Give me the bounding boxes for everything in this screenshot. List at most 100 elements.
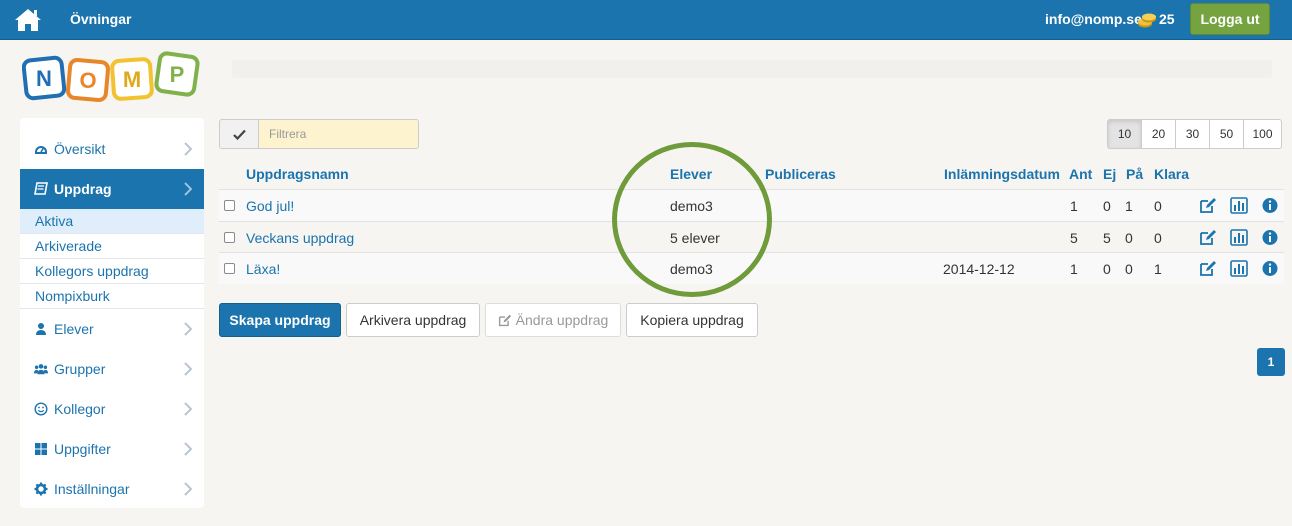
info-icon[interactable] — [1261, 229, 1279, 246]
chevron-right-icon — [184, 362, 192, 376]
assignment-name-link[interactable]: Veckans uppdrag — [246, 230, 354, 246]
assignment-ant: 1 — [1070, 198, 1078, 214]
nomp-logo: N O M P — [22, 51, 200, 103]
col-header-pa[interactable]: På — [1126, 166, 1143, 182]
sidebar-item-uppgifter[interactable]: Uppgifter — [20, 429, 204, 469]
user-icon — [36, 323, 46, 335]
assignment-ej: 5 — [1103, 230, 1111, 246]
page-size-group: 10 20 30 50 100 — [1107, 119, 1282, 149]
chevron-right-icon — [184, 442, 192, 456]
sidebar-label: Inställningar — [54, 481, 130, 497]
highlight-circle-annotation — [612, 142, 772, 297]
col-header-due[interactable]: Inlämningsdatum — [944, 166, 1060, 182]
logo-letter-o: O — [79, 68, 96, 93]
sidebar-item-kollegor[interactable]: Kollegor — [20, 389, 204, 429]
assignment-ej: 0 — [1103, 261, 1111, 277]
col-header-klara[interactable]: Klara — [1154, 166, 1189, 182]
edit-assignment-button[interactable]: Ändra uppdrag — [485, 303, 621, 337]
check-icon — [232, 129, 246, 140]
pagination-page-1[interactable]: 1 — [1257, 348, 1285, 376]
nav-ovningar[interactable]: Övningar — [70, 11, 131, 27]
sidebar-item-installningar[interactable]: Inställningar — [20, 469, 204, 509]
sidebar-item-grupper[interactable]: Grupper — [20, 349, 204, 389]
logout-button[interactable]: Logga ut — [1190, 3, 1270, 35]
row-checkbox[interactable] — [224, 263, 235, 274]
grid-icon — [35, 443, 47, 455]
assignment-pa: 0 — [1125, 230, 1133, 246]
edit-assignment-label: Ändra uppdrag — [515, 312, 609, 328]
edit-icon — [498, 314, 511, 326]
page-size-20[interactable]: 20 — [1141, 119, 1176, 149]
assignment-pa: 0 — [1125, 261, 1133, 277]
sidebar-subitem-aktiva[interactable]: Aktiva — [20, 209, 204, 234]
col-header-published[interactable]: Publiceras — [765, 166, 836, 182]
row-checkbox[interactable] — [224, 200, 235, 211]
sidebar-item-elever[interactable]: Elever — [20, 309, 204, 349]
book-icon — [34, 182, 48, 195]
logo-block-o: O — [65, 57, 111, 103]
sidebar-label: Uppgifter — [54, 441, 111, 457]
edit-icon[interactable] — [1199, 260, 1217, 277]
logo-block-n: N — [22, 55, 67, 101]
sidebar: Översikt Uppdrag Aktiva Arkiverade Kolle… — [20, 118, 204, 508]
logo-block-m: M — [110, 57, 154, 101]
page-size-50[interactable]: 50 — [1209, 119, 1244, 149]
gear-icon — [34, 482, 48, 496]
assignment-due-date: 2014-12-12 — [943, 261, 1015, 277]
select-all-button[interactable] — [219, 119, 259, 149]
chevron-right-icon — [184, 402, 192, 416]
page-size-100[interactable]: 100 — [1243, 119, 1282, 149]
assignment-name-link[interactable]: Läxa! — [246, 261, 280, 277]
header-strip — [232, 60, 1272, 78]
chevron-right-icon — [184, 182, 192, 196]
users-icon — [34, 364, 48, 375]
sidebar-item-oversikt[interactable]: Översikt — [20, 129, 204, 169]
page-size-10[interactable]: 10 — [1107, 119, 1142, 149]
sidebar-item-uppdrag[interactable]: Uppdrag — [20, 169, 204, 209]
assignment-ant: 1 — [1070, 261, 1078, 277]
chevron-right-icon — [184, 322, 192, 336]
chevron-right-icon — [184, 482, 192, 496]
info-icon[interactable] — [1261, 197, 1279, 214]
assignment-klara: 0 — [1154, 198, 1162, 214]
sidebar-subitem-kollegors-uppdrag[interactable]: Kollegors uppdrag — [20, 259, 204, 284]
bar-chart-icon[interactable] — [1230, 229, 1248, 246]
coin-count: 25 — [1159, 11, 1175, 27]
archive-assignment-button[interactable]: Arkivera uppdrag — [346, 303, 480, 337]
col-header-ant[interactable]: Ant — [1069, 166, 1092, 182]
assignment-ant: 5 — [1070, 230, 1078, 246]
logo-letter-m: M — [123, 67, 141, 92]
sidebar-label: Grupper — [54, 361, 106, 377]
copy-assignment-button[interactable]: Kopiera uppdrag — [626, 303, 758, 337]
assignment-klara: 0 — [1154, 230, 1162, 246]
col-header-ej[interactable]: Ej — [1103, 166, 1116, 182]
sidebar-subitem-arkiverade[interactable]: Arkiverade — [20, 234, 204, 259]
chevron-right-icon — [184, 142, 192, 156]
dashboard-icon — [35, 146, 47, 154]
create-assignment-button[interactable]: Skapa uppdrag — [219, 303, 341, 337]
edit-icon[interactable] — [1199, 229, 1217, 246]
coins-icon — [1138, 13, 1156, 28]
logo-letter-p: P — [170, 62, 185, 87]
page-size-30[interactable]: 30 — [1175, 119, 1210, 149]
bar-chart-icon[interactable] — [1230, 197, 1248, 214]
home-icon[interactable] — [14, 7, 42, 33]
filter-input[interactable] — [258, 119, 419, 149]
sidebar-label: Kollegor — [54, 401, 106, 417]
user-email: info@nomp.se — [1045, 11, 1142, 27]
logo-block-p: P — [154, 51, 200, 97]
bar-chart-icon[interactable] — [1230, 260, 1248, 277]
sidebar-label: Elever — [54, 321, 94, 337]
logo-letter-n: N — [36, 66, 52, 91]
smile-icon — [34, 402, 48, 416]
sidebar-subitem-nompixburk[interactable]: Nompixburk — [20, 284, 204, 309]
edit-icon[interactable] — [1199, 197, 1217, 214]
assignment-pa: 1 — [1125, 198, 1133, 214]
col-header-name[interactable]: Uppdragsnamn — [246, 166, 349, 182]
sidebar-label: Uppdrag — [54, 181, 112, 197]
assignment-name-link[interactable]: God jul! — [246, 198, 294, 214]
row-checkbox[interactable] — [224, 232, 235, 243]
info-icon[interactable] — [1261, 260, 1279, 277]
assignment-klara: 1 — [1154, 261, 1162, 277]
top-navbar: Övningar info@nomp.se 25 Logga ut — [0, 0, 1292, 40]
